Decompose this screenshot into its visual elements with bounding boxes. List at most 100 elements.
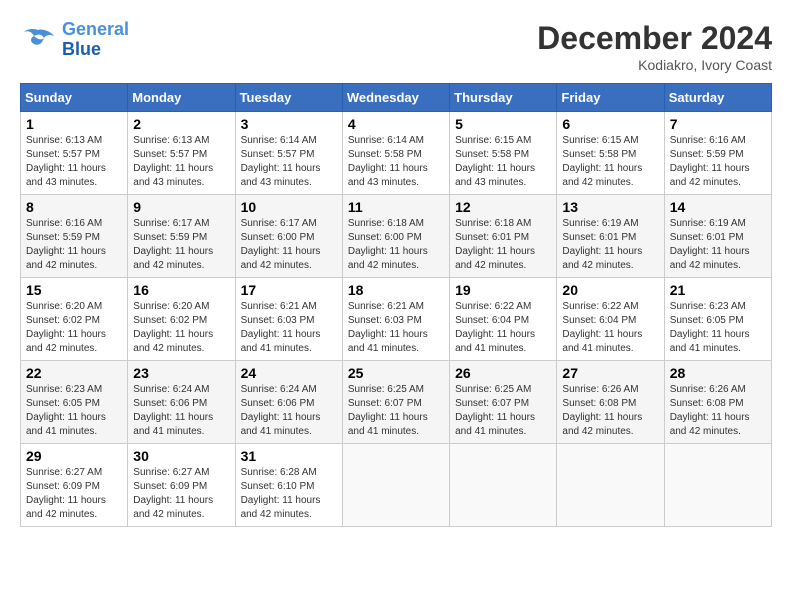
- day-number: 19: [455, 282, 551, 298]
- day-info: Sunrise: 6:25 AM Sunset: 6:07 PM Dayligh…: [348, 383, 444, 439]
- calendar-cell: [342, 444, 449, 527]
- calendar-week-row: 29 Sunrise: 6:27 AM Sunset: 6:09 PM Dayl…: [21, 444, 772, 527]
- calendar-cell: 26 Sunrise: 6:25 AM Sunset: 6:07 PM Dayl…: [450, 361, 557, 444]
- day-info: Sunrise: 6:23 AM Sunset: 6:05 PM Dayligh…: [26, 383, 122, 439]
- calendar-header-row: SundayMondayTuesdayWednesdayThursdayFrid…: [21, 84, 772, 112]
- day-number: 5: [455, 116, 551, 132]
- day-number: 4: [348, 116, 444, 132]
- day-info: Sunrise: 6:26 AM Sunset: 6:08 PM Dayligh…: [670, 383, 766, 439]
- day-info: Sunrise: 6:16 AM Sunset: 5:59 PM Dayligh…: [26, 217, 122, 273]
- day-number: 7: [670, 116, 766, 132]
- day-info: Sunrise: 6:18 AM Sunset: 6:00 PM Dayligh…: [348, 217, 444, 273]
- calendar-cell: 15 Sunrise: 6:20 AM Sunset: 6:02 PM Dayl…: [21, 278, 128, 361]
- day-number: 23: [133, 365, 229, 381]
- day-number: 16: [133, 282, 229, 298]
- day-number: 28: [670, 365, 766, 381]
- day-header-wednesday: Wednesday: [342, 84, 449, 112]
- calendar-cell: [450, 444, 557, 527]
- calendar-cell: 23 Sunrise: 6:24 AM Sunset: 6:06 PM Dayl…: [128, 361, 235, 444]
- day-header-monday: Monday: [128, 84, 235, 112]
- calendar-cell: 16 Sunrise: 6:20 AM Sunset: 6:02 PM Dayl…: [128, 278, 235, 361]
- day-number: 8: [26, 199, 122, 215]
- calendar-cell: 25 Sunrise: 6:25 AM Sunset: 6:07 PM Dayl…: [342, 361, 449, 444]
- day-info: Sunrise: 6:26 AM Sunset: 6:08 PM Dayligh…: [562, 383, 658, 439]
- day-number: 21: [670, 282, 766, 298]
- day-number: 10: [241, 199, 337, 215]
- day-info: Sunrise: 6:18 AM Sunset: 6:01 PM Dayligh…: [455, 217, 551, 273]
- day-info: Sunrise: 6:19 AM Sunset: 6:01 PM Dayligh…: [562, 217, 658, 273]
- page-header: General Blue December 2024 Kodiakro, Ivo…: [20, 20, 772, 73]
- calendar-cell: 7 Sunrise: 6:16 AM Sunset: 5:59 PM Dayli…: [664, 112, 771, 195]
- day-info: Sunrise: 6:21 AM Sunset: 6:03 PM Dayligh…: [348, 300, 444, 356]
- calendar-cell: 27 Sunrise: 6:26 AM Sunset: 6:08 PM Dayl…: [557, 361, 664, 444]
- logo: General Blue: [20, 20, 129, 60]
- day-header-friday: Friday: [557, 84, 664, 112]
- logo-text: General Blue: [62, 20, 129, 60]
- calendar-cell: 10 Sunrise: 6:17 AM Sunset: 6:00 PM Dayl…: [235, 195, 342, 278]
- day-number: 29: [26, 448, 122, 464]
- calendar-cell: 12 Sunrise: 6:18 AM Sunset: 6:01 PM Dayl…: [450, 195, 557, 278]
- calendar-table: SundayMondayTuesdayWednesdayThursdayFrid…: [20, 83, 772, 527]
- day-number: 14: [670, 199, 766, 215]
- calendar-cell: 4 Sunrise: 6:14 AM Sunset: 5:58 PM Dayli…: [342, 112, 449, 195]
- day-info: Sunrise: 6:20 AM Sunset: 6:02 PM Dayligh…: [133, 300, 229, 356]
- calendar-cell: 9 Sunrise: 6:17 AM Sunset: 5:59 PM Dayli…: [128, 195, 235, 278]
- calendar-cell: 21 Sunrise: 6:23 AM Sunset: 6:05 PM Dayl…: [664, 278, 771, 361]
- calendar-cell: 17 Sunrise: 6:21 AM Sunset: 6:03 PM Dayl…: [235, 278, 342, 361]
- day-info: Sunrise: 6:15 AM Sunset: 5:58 PM Dayligh…: [455, 134, 551, 190]
- day-number: 20: [562, 282, 658, 298]
- day-number: 26: [455, 365, 551, 381]
- month-title: December 2024: [537, 20, 772, 57]
- day-header-saturday: Saturday: [664, 84, 771, 112]
- day-number: 15: [26, 282, 122, 298]
- day-info: Sunrise: 6:22 AM Sunset: 6:04 PM Dayligh…: [455, 300, 551, 356]
- calendar-week-row: 22 Sunrise: 6:23 AM Sunset: 6:05 PM Dayl…: [21, 361, 772, 444]
- day-info: Sunrise: 6:16 AM Sunset: 5:59 PM Dayligh…: [670, 134, 766, 190]
- calendar-week-row: 1 Sunrise: 6:13 AM Sunset: 5:57 PM Dayli…: [21, 112, 772, 195]
- calendar-cell: [664, 444, 771, 527]
- calendar-cell: [557, 444, 664, 527]
- day-header-thursday: Thursday: [450, 84, 557, 112]
- day-info: Sunrise: 6:20 AM Sunset: 6:02 PM Dayligh…: [26, 300, 122, 356]
- day-info: Sunrise: 6:17 AM Sunset: 6:00 PM Dayligh…: [241, 217, 337, 273]
- day-number: 13: [562, 199, 658, 215]
- calendar-cell: 5 Sunrise: 6:15 AM Sunset: 5:58 PM Dayli…: [450, 112, 557, 195]
- location: Kodiakro, Ivory Coast: [537, 57, 772, 73]
- day-number: 6: [562, 116, 658, 132]
- calendar-cell: 6 Sunrise: 6:15 AM Sunset: 5:58 PM Dayli…: [557, 112, 664, 195]
- day-number: 11: [348, 199, 444, 215]
- day-info: Sunrise: 6:24 AM Sunset: 6:06 PM Dayligh…: [133, 383, 229, 439]
- day-number: 2: [133, 116, 229, 132]
- day-number: 9: [133, 199, 229, 215]
- calendar-cell: 24 Sunrise: 6:24 AM Sunset: 6:06 PM Dayl…: [235, 361, 342, 444]
- calendar-cell: 8 Sunrise: 6:16 AM Sunset: 5:59 PM Dayli…: [21, 195, 128, 278]
- day-info: Sunrise: 6:24 AM Sunset: 6:06 PM Dayligh…: [241, 383, 337, 439]
- day-header-tuesday: Tuesday: [235, 84, 342, 112]
- day-info: Sunrise: 6:21 AM Sunset: 6:03 PM Dayligh…: [241, 300, 337, 356]
- day-info: Sunrise: 6:17 AM Sunset: 5:59 PM Dayligh…: [133, 217, 229, 273]
- day-info: Sunrise: 6:14 AM Sunset: 5:57 PM Dayligh…: [241, 134, 337, 190]
- day-number: 24: [241, 365, 337, 381]
- calendar-cell: 28 Sunrise: 6:26 AM Sunset: 6:08 PM Dayl…: [664, 361, 771, 444]
- logo-icon: [20, 26, 56, 54]
- day-info: Sunrise: 6:13 AM Sunset: 5:57 PM Dayligh…: [133, 134, 229, 190]
- day-number: 27: [562, 365, 658, 381]
- calendar-week-row: 15 Sunrise: 6:20 AM Sunset: 6:02 PM Dayl…: [21, 278, 772, 361]
- calendar-cell: 20 Sunrise: 6:22 AM Sunset: 6:04 PM Dayl…: [557, 278, 664, 361]
- calendar-cell: 11 Sunrise: 6:18 AM Sunset: 6:00 PM Dayl…: [342, 195, 449, 278]
- calendar-cell: 19 Sunrise: 6:22 AM Sunset: 6:04 PM Dayl…: [450, 278, 557, 361]
- calendar-cell: 2 Sunrise: 6:13 AM Sunset: 5:57 PM Dayli…: [128, 112, 235, 195]
- day-number: 3: [241, 116, 337, 132]
- calendar-cell: 29 Sunrise: 6:27 AM Sunset: 6:09 PM Dayl…: [21, 444, 128, 527]
- title-block: December 2024 Kodiakro, Ivory Coast: [537, 20, 772, 73]
- calendar-cell: 30 Sunrise: 6:27 AM Sunset: 6:09 PM Dayl…: [128, 444, 235, 527]
- day-number: 12: [455, 199, 551, 215]
- day-info: Sunrise: 6:22 AM Sunset: 6:04 PM Dayligh…: [562, 300, 658, 356]
- day-info: Sunrise: 6:14 AM Sunset: 5:58 PM Dayligh…: [348, 134, 444, 190]
- day-info: Sunrise: 6:23 AM Sunset: 6:05 PM Dayligh…: [670, 300, 766, 356]
- day-number: 31: [241, 448, 337, 464]
- calendar-cell: 3 Sunrise: 6:14 AM Sunset: 5:57 PM Dayli…: [235, 112, 342, 195]
- day-info: Sunrise: 6:28 AM Sunset: 6:10 PM Dayligh…: [241, 466, 337, 522]
- day-info: Sunrise: 6:13 AM Sunset: 5:57 PM Dayligh…: [26, 134, 122, 190]
- day-info: Sunrise: 6:27 AM Sunset: 6:09 PM Dayligh…: [26, 466, 122, 522]
